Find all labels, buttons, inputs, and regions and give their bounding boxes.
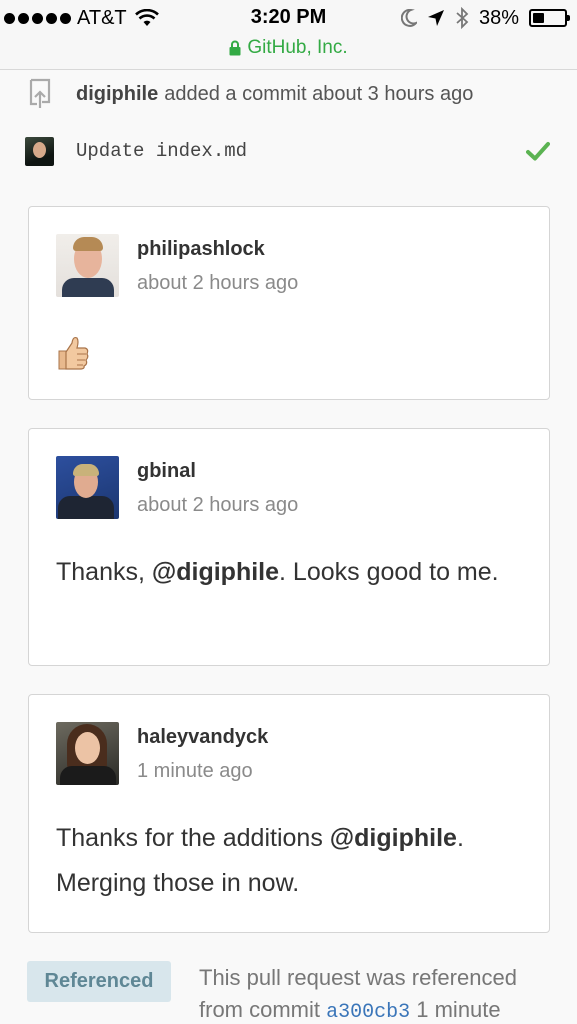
user-mention[interactable]: @digiphile bbox=[152, 558, 279, 586]
moon-icon bbox=[400, 9, 417, 27]
comment-time: about 2 hours ago bbox=[137, 272, 299, 294]
status-icons: 38% bbox=[400, 6, 570, 30]
comment-time: 1 minute ago bbox=[137, 760, 253, 782]
comment-time: about 2 hours ago bbox=[137, 494, 299, 516]
repo-push-icon bbox=[29, 78, 51, 108]
battery-level bbox=[533, 13, 545, 23]
avatar[interactable] bbox=[56, 234, 119, 297]
status-bar: AT&T 3:20 PM 38% GitHub, Inc. bbox=[0, 0, 577, 70]
avatar[interactable] bbox=[56, 722, 119, 785]
comment-card: haleyvandyck 1 minute ago Thanks for the… bbox=[28, 694, 550, 933]
comment-author[interactable]: gbinal bbox=[137, 460, 298, 483]
comment-header: haleyvandyck 1 minute ago bbox=[56, 722, 268, 785]
comment-body: Thanks, @digiphile. Looks good to me. bbox=[56, 550, 519, 595]
reference-text: This pull request was referenced from co… bbox=[199, 962, 549, 1024]
comment-text: Thanks, bbox=[56, 558, 152, 586]
comment-text: Thanks for the additions bbox=[56, 824, 330, 852]
commit-author-avatar[interactable] bbox=[25, 136, 54, 166]
commit-sha-link[interactable]: a300cb3 bbox=[326, 1001, 410, 1024]
comment-header: philipashlock about 2 hours ago bbox=[56, 234, 298, 297]
avatar[interactable] bbox=[56, 456, 119, 519]
battery-percent: 38% bbox=[478, 6, 519, 29]
comment-body: Thanks for the additions @digiphile. Mer… bbox=[56, 816, 519, 906]
lock-icon bbox=[229, 40, 241, 56]
commit-message[interactable]: Update index.md bbox=[76, 140, 526, 162]
site-url[interactable]: GitHub, Inc. bbox=[0, 37, 577, 59]
comment-text: . Looks good to me. bbox=[279, 558, 499, 586]
thumbs-up-icon bbox=[58, 336, 89, 370]
check-icon bbox=[526, 142, 550, 161]
site-url-label: GitHub, Inc. bbox=[247, 37, 348, 58]
commit-row[interactable]: Update index.md bbox=[25, 136, 550, 166]
comment-card: philipashlock about 2 hours ago bbox=[28, 206, 550, 400]
event-actor[interactable]: digiphile bbox=[76, 83, 158, 106]
comment-author[interactable]: haleyvandyck bbox=[137, 726, 268, 749]
referenced-badge: Referenced bbox=[27, 961, 171, 1002]
reference-text-post: 1 minute bbox=[410, 997, 501, 1022]
comment-author[interactable]: philipashlock bbox=[137, 238, 298, 261]
bluetooth-icon bbox=[456, 7, 469, 29]
comment-header: gbinal about 2 hours ago bbox=[56, 456, 298, 519]
comment-card: gbinal about 2 hours ago Thanks, @digiph… bbox=[28, 428, 550, 666]
timeline-event: digiphile added a commit about 3 hours a… bbox=[28, 78, 473, 110]
user-mention[interactable]: @digiphile bbox=[330, 824, 457, 852]
location-arrow-icon bbox=[427, 10, 444, 26]
battery-icon bbox=[529, 9, 570, 27]
event-action: added a commit about 3 hours ago bbox=[164, 82, 474, 105]
